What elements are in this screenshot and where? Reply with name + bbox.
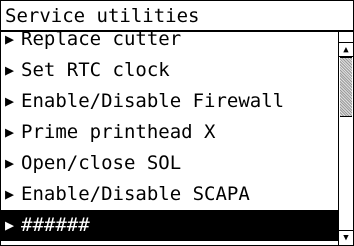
- menu-item-label: Enable/Disable SCAPA: [21, 183, 250, 205]
- menu-item-prime-printhead-x[interactable]: ▶ Prime printhead X: [1, 117, 338, 148]
- scroll-down-icon[interactable]: ▼: [339, 230, 353, 245]
- service-utilities-screen: Service utilities ▶ Replace cutter ▶ Set R…: [0, 0, 354, 246]
- menu-item-label: Prime printhead X: [21, 121, 216, 143]
- menu-scrollbar[interactable]: ▲ ▼: [338, 32, 353, 245]
- menu-item-enable-disable-firewall[interactable]: ▶ Enable/Disable Firewall: [1, 86, 338, 117]
- arrow-right-icon: ▶: [5, 216, 15, 234]
- menu-item-label: Enable/Disable Firewall: [21, 90, 285, 112]
- menu-viewport: ▶ Replace cutter ▶ Set RTC clock ▶ Enable/D…: [1, 32, 338, 245]
- menu-item-label: Open/close SOL: [21, 152, 182, 174]
- menu-item-replace-cutter[interactable]: ▶ Replace cutter: [1, 32, 338, 55]
- menu-item-selected[interactable]: ▶ ######: [1, 210, 338, 241]
- arrow-right-icon: ▶: [5, 61, 15, 79]
- arrow-right-icon: ▶: [5, 32, 15, 48]
- page-title: Service utilities: [5, 5, 200, 27]
- title-bar: Service utilities: [1, 1, 353, 32]
- menu-item-enable-disable-scapa[interactable]: ▶ Enable/Disable SCAPA: [1, 179, 338, 210]
- arrow-right-icon: ▶: [5, 92, 15, 110]
- arrow-right-icon: ▶: [5, 123, 15, 141]
- menu-item-label: Set RTC clock: [21, 59, 170, 81]
- menu-item-label: Replace cutter: [21, 32, 182, 50]
- service-menu: ▶ Replace cutter ▶ Set RTC clock ▶ Enable/D…: [1, 32, 338, 241]
- menu-item-set-rtc-clock[interactable]: ▶ Set RTC clock: [1, 55, 338, 86]
- arrow-right-icon: ▶: [5, 185, 15, 203]
- menu-item-label: ######: [21, 214, 90, 236]
- scroll-up-icon[interactable]: ▲: [339, 42, 353, 57]
- scrollbar-thumb[interactable]: [340, 57, 352, 117]
- menu-item-open-close-sol[interactable]: ▶ Open/close SOL: [1, 148, 338, 179]
- arrow-right-icon: ▶: [5, 154, 15, 172]
